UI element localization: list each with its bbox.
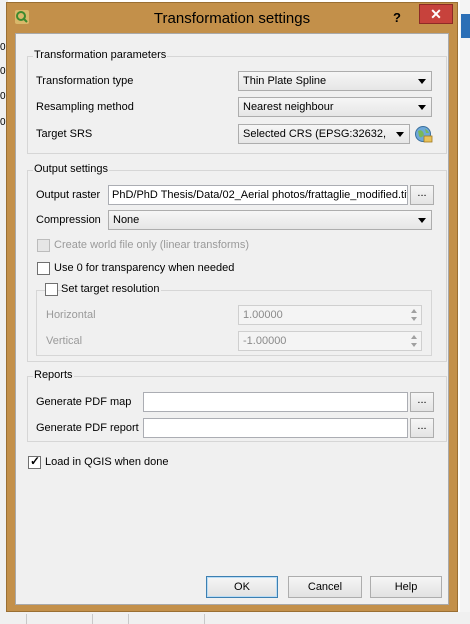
close-button[interactable]: ✕ <box>419 4 453 24</box>
vertical-resolution-value: -1.00000 <box>243 335 287 347</box>
resampling-method-value: Nearest neighbour <box>243 101 334 113</box>
output-raster-browse-button[interactable]: ... <box>410 185 434 205</box>
resampling-method-select[interactable]: Nearest neighbour <box>238 97 432 117</box>
background-window-edge <box>461 14 470 38</box>
horizontal-label: Horizontal <box>46 309 96 321</box>
spin-arrows-icon[interactable] <box>408 307 420 323</box>
transformation-type-select[interactable]: Thin Plate Spline <box>238 71 432 91</box>
create-world-file-checkbox[interactable] <box>37 239 50 252</box>
resampling-method-label: Resampling method <box>36 101 134 113</box>
output-raster-value: PhD/PhD Thesis/Data/02_Aerial photos/fra… <box>112 189 408 201</box>
pdf-map-label: Generate PDF map <box>36 396 132 408</box>
use-zero-transparency-label: Use 0 for transparency when needed <box>54 262 235 274</box>
background-text: 0 <box>0 42 6 53</box>
output-settings-title: Output settings <box>33 163 109 175</box>
pdf-report-input[interactable] <box>143 418 408 438</box>
chevron-down-icon <box>418 105 426 110</box>
background-text: 0 <box>0 91 6 102</box>
title-bar[interactable]: Transformation settings ? ✕ <box>7 3 457 33</box>
chevron-down-icon <box>418 218 426 223</box>
select-crs-globe-icon[interactable] <box>412 124 434 144</box>
horizontal-resolution-spinbox[interactable]: 1.00000 <box>238 305 422 325</box>
help-dialog-button[interactable]: Help <box>370 576 442 598</box>
background-bottom-strip <box>0 612 470 624</box>
compression-label: Compression <box>36 214 101 226</box>
output-raster-label: Output raster <box>36 189 101 201</box>
cancel-button[interactable]: Cancel <box>288 576 362 598</box>
background-text: 0 <box>0 66 6 77</box>
target-srs-value: Selected CRS (EPSG:32632, W <box>243 128 389 140</box>
reports-title: Reports <box>33 369 74 381</box>
pdf-map-browse-button[interactable]: ... <box>410 392 434 412</box>
pdf-map-input[interactable] <box>143 392 408 412</box>
transformation-type-value: Thin Plate Spline <box>243 75 327 87</box>
pdf-report-browse-button[interactable]: ... <box>410 418 434 438</box>
set-target-resolution-checkbox[interactable] <box>45 283 58 296</box>
close-icon: ✕ <box>430 6 442 22</box>
background-text: 0 <box>0 117 6 128</box>
compression-select[interactable]: None <box>108 210 432 230</box>
create-world-file-label: Create world file only (linear transform… <box>54 239 250 251</box>
transformation-parameters-title: Transformation parameters <box>33 49 168 61</box>
chevron-down-icon <box>418 79 426 84</box>
use-zero-transparency-checkbox[interactable] <box>37 262 50 275</box>
transformation-type-label: Transformation type <box>36 75 134 87</box>
checkmark-icon: ✓ <box>30 454 41 468</box>
target-srs-label: Target SRS <box>36 128 93 140</box>
ok-button[interactable]: OK <box>206 576 278 598</box>
background-right-strip <box>460 0 470 624</box>
vertical-resolution-spinbox[interactable]: -1.00000 <box>238 331 422 351</box>
load-in-qgis-checkbox[interactable]: ✓ <box>28 454 41 469</box>
pdf-report-label: Generate PDF report <box>36 422 139 434</box>
output-raster-input[interactable]: PhD/PhD Thesis/Data/02_Aerial photos/fra… <box>108 185 408 205</box>
compression-value: None <box>113 214 140 226</box>
vertical-label: Vertical <box>46 335 83 347</box>
spin-arrows-icon[interactable] <box>408 333 420 349</box>
dialog-window: Transformation settings ? ✕ Transformati… <box>6 2 458 612</box>
dialog-content: Transformation parameters Transformation… <box>15 33 449 605</box>
chevron-down-icon <box>396 132 404 137</box>
target-srs-select[interactable]: Selected CRS (EPSG:32632, W <box>238 124 410 144</box>
help-button[interactable]: ? <box>387 9 407 27</box>
horizontal-resolution-value: 1.00000 <box>243 309 283 321</box>
load-in-qgis-label: Load in QGIS when done <box>45 456 169 468</box>
set-target-resolution-label: Set target resolution <box>61 283 162 295</box>
